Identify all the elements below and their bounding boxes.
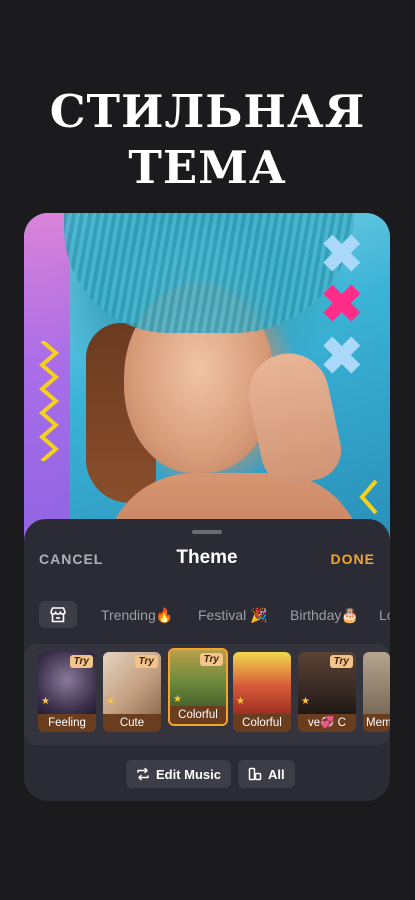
theme-store-button[interactable] — [39, 601, 77, 628]
category-tabs: Trending🔥 Festival 🎉 Birthday🎂 Lo — [24, 597, 390, 631]
tab-love[interactable]: Lo — [379, 607, 390, 623]
star-icon: ★ — [106, 696, 115, 707]
app-preview: ✖ ✖ ✖ CANCEL Theme DONE Trending🔥 Festiv… — [24, 213, 390, 801]
try-badge: Try — [199, 653, 223, 666]
theme-card-cute[interactable]: ★ Try Cute — [103, 652, 161, 732]
theme-sheet: CANCEL Theme DONE Trending🔥 Festival 🎉 B… — [24, 519, 390, 801]
tab-trending[interactable]: Trending🔥 — [101, 607, 173, 624]
tab-birthday[interactable]: Birthday🎂 — [290, 607, 359, 624]
edit-music-button[interactable]: Edit Music — [126, 760, 232, 788]
star-icon: ★ — [236, 696, 245, 707]
try-badge: Try — [329, 655, 353, 668]
try-badge: Try — [69, 655, 93, 668]
cross-sticker-icon: ✖ — [320, 328, 364, 386]
cross-sticker-icon: ✖ — [320, 226, 364, 284]
theme-card-feeling[interactable]: ★ Try Feeling — [38, 652, 96, 732]
star-icon: ★ — [301, 696, 310, 707]
all-button[interactable]: All — [238, 760, 295, 788]
theme-card-label: Colorful — [170, 706, 226, 724]
theme-card-memories[interactable]: Mem — [363, 652, 390, 732]
zigzag-sticker-icon — [359, 479, 378, 515]
portrait-hat — [64, 213, 354, 333]
theme-card-colorful[interactable]: ★ Colorful — [233, 652, 291, 732]
tab-festival[interactable]: Festival 🎉 — [198, 607, 268, 624]
theme-thumbnails: ★ Try Feeling ★ Try Cute ★ Try Colorful … — [24, 644, 390, 745]
theme-card-label: Cute — [103, 714, 161, 732]
star-icon: ★ — [173, 694, 182, 705]
headline-line-1: СТИЛЬНАЯ — [49, 85, 366, 138]
preview-photo: ✖ ✖ ✖ — [24, 213, 390, 563]
theme-card-love[interactable]: ★ Try ve💞 C — [298, 652, 356, 732]
all-label: All — [268, 766, 285, 782]
theme-card-label: Mem — [363, 714, 390, 732]
sheet-grabber[interactable] — [192, 530, 222, 534]
try-badge: Try — [134, 655, 158, 668]
theme-card-label: Feeling — [38, 714, 96, 732]
done-button[interactable]: DONE — [331, 551, 375, 567]
grid-icon — [248, 767, 262, 781]
loop-icon — [137, 767, 149, 781]
cross-sticker-icon: ✖ — [320, 276, 364, 334]
theme-card-label: ve💞 C — [298, 714, 356, 732]
promo-headline: СТИЛЬНАЯ ТЕМА — [0, 84, 415, 196]
edit-music-label: Edit Music — [156, 766, 222, 782]
store-icon — [50, 606, 66, 622]
headline-line-2: ТЕМА — [128, 141, 287, 194]
theme-card-colorful-selected[interactable]: ★ Try Colorful — [168, 648, 228, 726]
zigzag-sticker-icon — [38, 341, 60, 461]
theme-card-label: Colorful — [233, 714, 291, 732]
star-icon: ★ — [41, 696, 50, 707]
